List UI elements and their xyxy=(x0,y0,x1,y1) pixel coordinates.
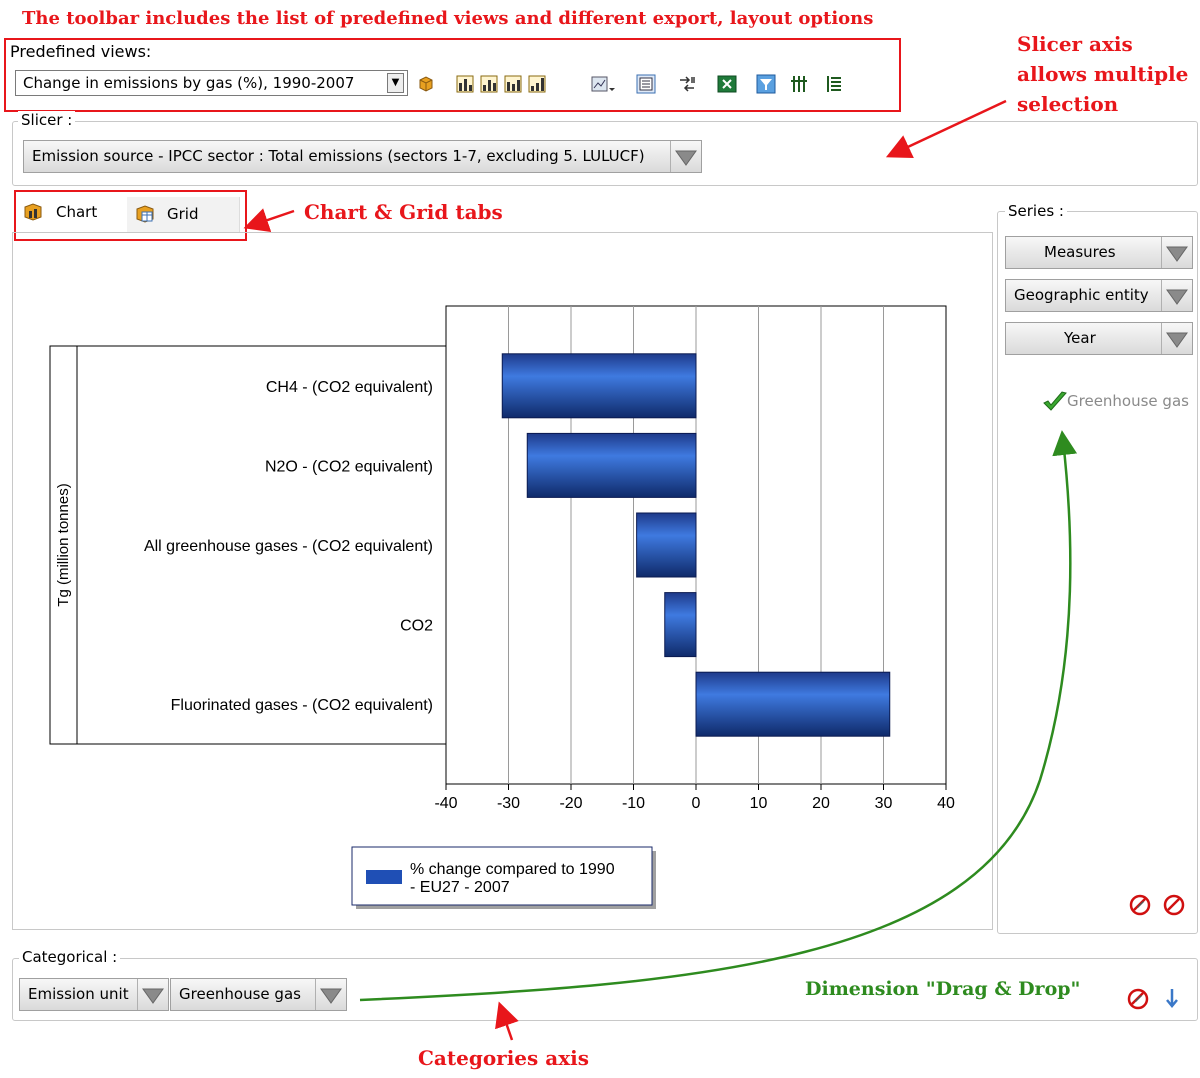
x-tick-label: -10 xyxy=(622,795,645,812)
chart-bar[interactable] xyxy=(636,512,697,578)
remove-icon[interactable] xyxy=(1162,893,1186,917)
series-item-geographic-entity[interactable]: Geographic entity xyxy=(1005,279,1193,312)
x-tick-label: 10 xyxy=(750,795,768,812)
x-tick-label: 30 xyxy=(875,795,893,812)
x-tick-label: 0 xyxy=(692,795,701,812)
series-item-year[interactable]: Year xyxy=(1005,322,1193,355)
category-label: N2O - (CO2 equivalent) xyxy=(265,458,433,475)
x-tick-label: -40 xyxy=(434,795,457,812)
drag-drop-annotation: Dimension "Drag & Drop" xyxy=(805,978,1081,1000)
categorical-label: Categorical : xyxy=(19,948,121,966)
series-checked-item[interactable]: Greenhouse gas xyxy=(1067,392,1198,410)
chart-bar[interactable] xyxy=(501,353,697,419)
dropdown-triangle-icon[interactable] xyxy=(137,979,168,1010)
x-tick-label: -30 xyxy=(497,795,520,812)
categorical-item-greenhouse-gas-label: Greenhouse gas xyxy=(179,985,301,1003)
y-axis-title: Tg (million tonnes) xyxy=(55,483,72,606)
category-label: All greenhouse gases - (CO2 equivalent) xyxy=(144,538,433,555)
chart-bar[interactable] xyxy=(695,671,891,737)
chart-bar[interactable] xyxy=(526,432,697,498)
series-item-measures[interactable]: Measures xyxy=(1005,236,1193,269)
category-label: CH4 - (CO2 equivalent) xyxy=(266,379,433,396)
series-group xyxy=(997,211,1198,934)
series-label: Series : xyxy=(1005,202,1067,220)
legend-swatch xyxy=(366,870,402,884)
legend-label-line-1: % change compared to 1990 xyxy=(410,861,615,878)
x-tick-label: 20 xyxy=(812,795,830,812)
series-item-geographic-label: Geographic entity xyxy=(1014,286,1149,304)
checkmark-icon xyxy=(1043,391,1067,411)
dropdown-triangle-icon[interactable] xyxy=(315,979,346,1010)
no-edit-icon[interactable] xyxy=(1126,987,1150,1011)
categorical-item-greenhouse-gas[interactable]: Greenhouse gas xyxy=(170,978,347,1011)
categorical-item-emission-unit-label: Emission unit xyxy=(28,985,129,1003)
no-edit-icon[interactable] xyxy=(1128,893,1152,917)
dropdown-triangle-icon[interactable] xyxy=(1161,280,1192,311)
categories-annotation: Categories axis xyxy=(418,1046,589,1070)
bar-chart: Tg (million tonnes) CH4 - (CO2 equivalen… xyxy=(49,305,955,909)
legend-label-line-2: - EU27 - 2007 xyxy=(410,879,510,896)
slicer-annotation-line-1: Slicer axis xyxy=(1017,32,1133,56)
categorical-item-emission-unit[interactable]: Emission unit xyxy=(19,978,169,1011)
dropdown-triangle-icon[interactable] xyxy=(1161,237,1192,268)
series-item-measures-label: Measures xyxy=(1044,243,1116,261)
series-item-year-label: Year xyxy=(1064,329,1096,347)
category-label: Fluorinated gases - (CO2 equivalent) xyxy=(171,697,433,714)
x-tick-label: -20 xyxy=(559,795,582,812)
chart-bar[interactable] xyxy=(664,592,697,658)
slicer-annotation-line-3: selection xyxy=(1017,92,1119,116)
x-tick-label: 40 xyxy=(937,795,955,812)
category-label: CO2 xyxy=(400,618,433,635)
dropdown-triangle-icon[interactable] xyxy=(1161,323,1192,354)
slicer-annotation-line-2: allows multiple xyxy=(1017,62,1189,86)
arrow-down-icon[interactable] xyxy=(1164,987,1180,1011)
